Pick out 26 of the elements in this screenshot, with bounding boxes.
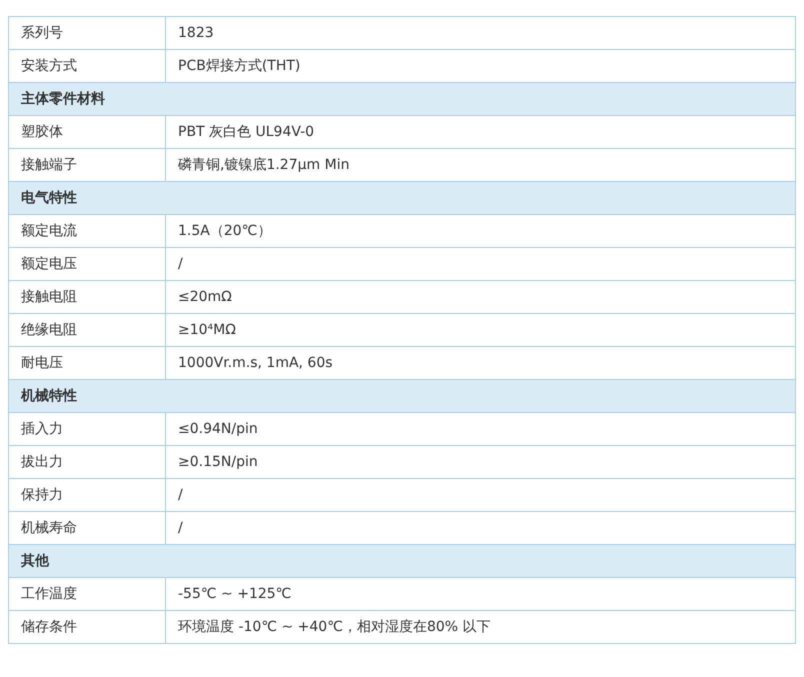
property-value: 1823 [166,16,796,50]
property-label: 塑胶体 [8,116,166,148]
section-header: 主体零件材料 [8,82,796,116]
property-label: 绝缘电阻 [8,314,166,346]
property-label: 插入力 [8,412,166,446]
property-value: ≥10⁴MΩ [166,314,796,346]
section-header: 机械特性 [8,380,796,412]
property-value: / [166,478,796,512]
property-value: / [166,248,796,280]
section-header: 其他 [8,544,796,578]
property-label: 额定电压 [8,248,166,280]
section-header: 电气特性 [8,182,796,214]
property-label: 储存条件 [8,610,166,644]
property-label: 拔出力 [8,446,166,478]
property-label: 接触电阻 [8,280,166,314]
property-value: PBT 灰白色 UL94V-0 [166,116,796,148]
property-value: ≤20mΩ [166,280,796,314]
property-label: 额定电流 [8,214,166,248]
property-label: 工作温度 [8,578,166,610]
property-label: 系列号 [8,16,166,50]
property-value: 环境温度 -10℃ ~ +40℃，相对湿度在80% 以下 [166,610,796,644]
property-value: -55℃ ~ +125℃ [166,578,796,610]
property-value: 1.5A（20℃） [166,214,796,248]
property-label: 保持力 [8,478,166,512]
property-value: ≤0.94N/pin [166,412,796,446]
property-value: ≥0.15N/pin [166,446,796,478]
